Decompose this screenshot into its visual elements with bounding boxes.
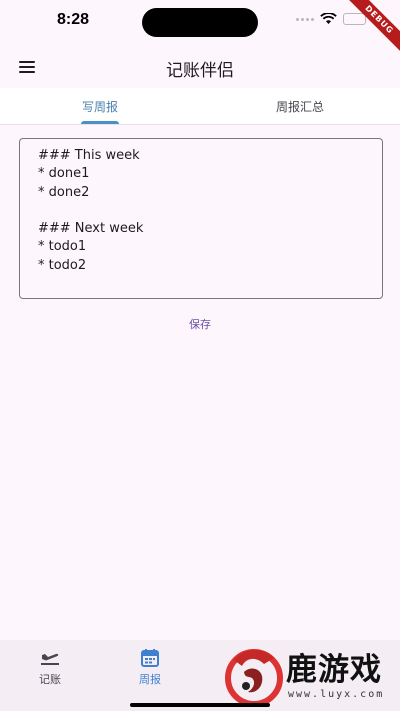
nav-label: 记账	[39, 673, 61, 686]
tab-label: 写周报	[81, 100, 118, 114]
weekly-report-editor[interactable]: ### This week * done1 * done2 ### Next w…	[19, 138, 383, 299]
tab-label: 周报汇总	[275, 100, 324, 114]
signal-icon	[296, 17, 314, 21]
tab-bar: 写周报 周报汇总	[0, 88, 400, 125]
watermark: 鹿游戏 www.luyx.com	[218, 640, 400, 711]
nav-label: 周报	[139, 673, 161, 686]
wifi-icon	[320, 13, 337, 24]
deer-logo-icon	[225, 649, 283, 707]
status-time: 8:28	[57, 11, 90, 28]
home-indicator[interactable]	[130, 703, 270, 707]
nav-item-weekly-report[interactable]: 周报	[100, 640, 200, 711]
app-bar: 记账伴侣	[0, 46, 400, 88]
status-bar: 8:28 DEBUG	[0, 0, 400, 57]
status-icons	[296, 13, 366, 25]
page-title: 记账伴侣	[166, 61, 234, 81]
save-button[interactable]: 保存	[170, 314, 230, 334]
tab-write-report[interactable]: 写周报	[0, 88, 200, 124]
flight-icon	[41, 653, 59, 665]
calendar-icon	[141, 649, 159, 667]
dynamic-island	[142, 8, 258, 37]
tab-indicator	[81, 121, 119, 124]
tab-report-summary[interactable]: 周报汇总	[200, 88, 400, 124]
battery-icon	[343, 13, 366, 25]
watermark-text: 鹿游戏	[286, 652, 382, 688]
nav-item-bookkeeping[interactable]: 记账	[0, 640, 100, 711]
watermark-url: www.luyx.com	[288, 689, 385, 700]
